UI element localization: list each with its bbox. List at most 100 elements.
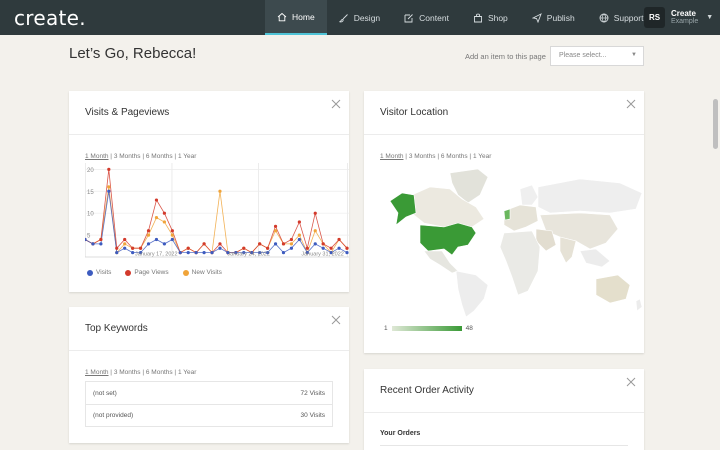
- close-icon[interactable]: [626, 377, 636, 387]
- range-1-month[interactable]: 1 Month: [380, 153, 404, 160]
- scrollbar-track[interactable]: [712, 35, 720, 450]
- data-point-new-visits[interactable]: [162, 220, 166, 224]
- legend-page-views[interactable]: Page Views: [125, 269, 169, 276]
- data-point-page-views[interactable]: [329, 246, 333, 250]
- nav-item-content[interactable]: Content: [392, 0, 461, 35]
- data-point-visits[interactable]: [146, 242, 151, 246]
- nav-item-design[interactable]: Design: [327, 0, 392, 35]
- data-point-page-views[interactable]: [305, 246, 309, 250]
- data-point-visits[interactable]: [281, 251, 286, 255]
- data-point-page-views[interactable]: [273, 224, 278, 228]
- nav-item-shop[interactable]: Shop: [461, 0, 520, 35]
- data-point-page-views[interactable]: [123, 237, 127, 242]
- region-uk[interactable]: [503, 208, 511, 221]
- data-point-page-views[interactable]: [99, 237, 103, 242]
- data-point-page-views[interactable]: [281, 242, 286, 246]
- scrollbar-thumb[interactable]: [713, 99, 718, 149]
- range-1-month[interactable]: 1 Month: [85, 369, 109, 376]
- data-point-new-visits[interactable]: [297, 233, 301, 237]
- data-point-visits[interactable]: [115, 251, 119, 255]
- data-point-page-views[interactable]: [154, 198, 159, 202]
- data-point-visits[interactable]: [313, 242, 317, 246]
- range-1-year[interactable]: 1 Year: [178, 153, 196, 160]
- region-usa[interactable]: [419, 222, 477, 256]
- data-point-visits[interactable]: [99, 242, 103, 246]
- data-point-page-views[interactable]: [107, 167, 111, 171]
- data-point-visits[interactable]: [123, 246, 127, 250]
- range-3-months[interactable]: 3 Months: [114, 153, 141, 160]
- region-africa[interactable]: [499, 230, 541, 296]
- data-point-page-views[interactable]: [258, 242, 262, 246]
- data-point-page-views[interactable]: [321, 242, 325, 246]
- data-point-visits[interactable]: [321, 246, 325, 250]
- data-point-page-views[interactable]: [337, 237, 341, 242]
- create-logo[interactable]: create.: [14, 6, 86, 30]
- data-point-page-views[interactable]: [266, 246, 270, 250]
- account-menu[interactable]: RS Create Example ▼: [644, 7, 713, 28]
- data-point-visits[interactable]: [289, 246, 294, 250]
- range-3-months[interactable]: 3 Months: [114, 369, 141, 376]
- region-india[interactable]: [559, 236, 577, 264]
- data-point-visits[interactable]: [273, 242, 278, 246]
- data-point-visits[interactable]: [202, 251, 206, 255]
- data-point-visits[interactable]: [218, 246, 222, 250]
- data-point-page-views[interactable]: [162, 211, 166, 215]
- data-point-visits[interactable]: [162, 242, 166, 246]
- data-point-visits[interactable]: [210, 251, 214, 255]
- data-point-page-views[interactable]: [186, 246, 190, 250]
- data-point-page-views[interactable]: [218, 242, 222, 246]
- data-point-visits[interactable]: [337, 246, 341, 250]
- data-point-page-views[interactable]: [313, 211, 317, 215]
- data-point-new-visits[interactable]: [123, 242, 127, 246]
- legend-visits[interactable]: Visits: [87, 269, 111, 276]
- range-3-months[interactable]: 3 Months: [409, 153, 436, 160]
- data-point-visits[interactable]: [178, 251, 182, 255]
- data-point-page-views[interactable]: [115, 246, 119, 250]
- nav-item-home[interactable]: Home: [265, 0, 327, 35]
- data-point-new-visits[interactable]: [313, 229, 317, 233]
- data-point-visits[interactable]: [297, 237, 301, 242]
- region-russia[interactable]: [537, 178, 643, 214]
- region-australia[interactable]: [595, 274, 631, 304]
- data-point-visits[interactable]: [154, 237, 159, 242]
- data-point-new-visits[interactable]: [218, 189, 222, 193]
- data-point-page-views[interactable]: [297, 220, 301, 224]
- region-se-asia[interactable]: [579, 248, 611, 268]
- data-point-page-views[interactable]: [345, 246, 349, 250]
- range-6-months[interactable]: 6 Months: [146, 369, 173, 376]
- close-icon[interactable]: [626, 99, 636, 109]
- region-new-zealand[interactable]: [635, 298, 643, 312]
- add-item-select[interactable]: Please select... ▼: [550, 46, 644, 66]
- data-point-page-views[interactable]: [202, 242, 206, 246]
- data-point-page-views[interactable]: [146, 229, 151, 233]
- data-point-new-visits[interactable]: [146, 233, 151, 237]
- data-point-visits[interactable]: [131, 251, 135, 255]
- data-point-new-visits[interactable]: [154, 215, 159, 220]
- data-point-page-views[interactable]: [289, 237, 294, 242]
- range-1-year[interactable]: 1 Year: [178, 369, 196, 376]
- data-point-new-visits[interactable]: [107, 185, 111, 189]
- legend-new-visits[interactable]: New Visits: [182, 269, 222, 276]
- region-alaska[interactable]: [389, 192, 417, 226]
- close-icon[interactable]: [331, 99, 341, 109]
- region-south-america[interactable]: [455, 270, 489, 317]
- data-point-visits[interactable]: [91, 242, 95, 246]
- data-point-visits[interactable]: [186, 251, 190, 255]
- data-point-new-visits[interactable]: [289, 242, 294, 246]
- nav-item-publish[interactable]: Publish: [520, 0, 587, 35]
- data-point-visits[interactable]: [194, 251, 198, 255]
- region-scandinavia[interactable]: [519, 184, 539, 206]
- range-6-months[interactable]: 6 Months: [441, 153, 468, 160]
- data-point-page-views[interactable]: [170, 229, 174, 233]
- data-point-page-views[interactable]: [138, 246, 143, 250]
- close-icon[interactable]: [331, 315, 341, 325]
- range-1-year[interactable]: 1 Year: [473, 153, 491, 160]
- range-6-months[interactable]: 6 Months: [146, 153, 173, 160]
- data-point-visits[interactable]: [107, 189, 111, 193]
- data-point-page-views[interactable]: [242, 246, 246, 250]
- data-point-visits[interactable]: [345, 251, 349, 255]
- data-point-page-views[interactable]: [131, 246, 135, 250]
- data-point-new-visits[interactable]: [170, 233, 174, 237]
- data-point-visits[interactable]: [170, 237, 174, 242]
- data-point-new-visits[interactable]: [273, 229, 278, 233]
